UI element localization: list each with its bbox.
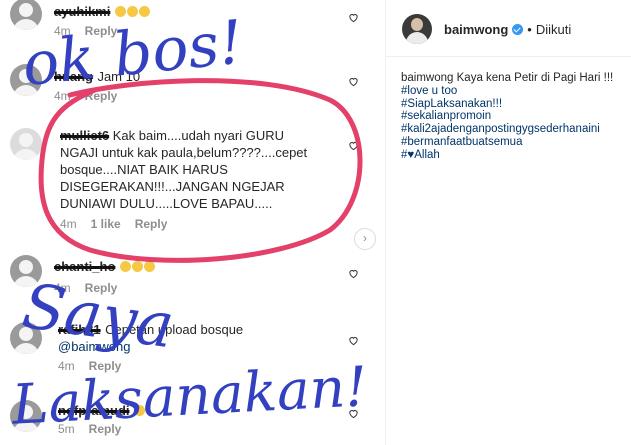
comment-text-line: bosque....NIAT BAIK HARUS <box>60 162 228 177</box>
follow-status-button[interactable]: Diikuti <box>536 22 571 37</box>
like-heart-icon[interactable] <box>348 268 359 279</box>
hashtag-link[interactable]: #bermanfaatbuatsemua <box>401 136 626 149</box>
avatar[interactable] <box>10 255 42 287</box>
reply-button[interactable]: Reply <box>135 217 168 231</box>
avatar[interactable] <box>10 0 42 30</box>
comment-time: 5m <box>58 422 75 436</box>
comment-meta: 4m Reply <box>58 359 121 373</box>
comment-time: 4m <box>58 359 75 373</box>
likes-count[interactable]: 1 like <box>91 217 121 231</box>
hashtag-link[interactable]: #sekalianpromoin <box>401 110 626 123</box>
comment-username[interactable]: chanti_ho <box>54 259 115 274</box>
comment-meta: 4m 1 like Reply <box>60 217 167 231</box>
post-panel: baimwong • Diikuti baimwong Kaya kena Pe… <box>385 0 631 445</box>
like-heart-icon[interactable] <box>348 140 359 151</box>
avatar[interactable] <box>10 322 42 354</box>
hashtag-link[interactable]: #kali2ajadenganpostingygsederhanaini <box>401 123 626 136</box>
like-heart-icon[interactable] <box>348 335 359 346</box>
comment-username[interactable]: rafih81 <box>58 322 101 337</box>
separator-dot: • <box>527 22 532 37</box>
avatar[interactable] <box>10 64 42 96</box>
reply-button[interactable]: Reply <box>85 24 118 38</box>
hashtag-link[interactable]: #♥Allah <box>401 149 626 162</box>
comment-meta: 5m Reply <box>58 422 121 436</box>
reply-button[interactable]: Reply <box>85 89 118 103</box>
emoji-group <box>114 3 151 20</box>
avatar[interactable] <box>10 128 42 160</box>
comment-text-line: DUNIAWI DULU.....LOVE BAPAU..... <box>60 196 273 211</box>
comment-text-line: Kak baim....udah nyari GURU <box>112 128 284 143</box>
comment-time: 4m <box>60 217 77 231</box>
comment-username[interactable]: nofpramudi <box>58 403 130 418</box>
comment-text-line: NGAJI untuk kak paula,belum????....cepet <box>60 145 308 160</box>
mention-link[interactable]: @baimwong <box>58 339 130 354</box>
post-author-username[interactable]: baimwong <box>444 22 508 37</box>
emoji-group <box>119 258 156 275</box>
comment-meta: 4m Reply <box>54 24 117 38</box>
like-heart-icon[interactable] <box>348 12 359 23</box>
divider <box>386 56 631 57</box>
reply-button[interactable]: Reply <box>85 281 118 295</box>
comment-meta: 4m Reply <box>54 281 117 295</box>
hashtag-link[interactable]: #SiapLaksanakan!!! <box>401 98 626 111</box>
like-heart-icon[interactable] <box>348 408 359 419</box>
comments-panel: ayuhikmi 4m Reply huang Jam 10 4m Reply … <box>0 0 385 445</box>
post-header: baimwong • Diikuti <box>444 22 571 37</box>
comment-username[interactable]: mulliet6 <box>60 128 109 143</box>
caption-username[interactable]: baimwong <box>401 72 453 84</box>
comment-username[interactable]: huang <box>54 69 93 84</box>
emoji-group <box>133 402 146 419</box>
next-arrow-icon[interactable]: › <box>354 228 376 250</box>
post-caption: baimwong Kaya kena Petir di Pagi Hari !!… <box>401 72 626 162</box>
comment-meta: 4m Reply <box>54 89 117 103</box>
comment-time: 4m <box>54 281 71 295</box>
reply-button[interactable]: Reply <box>89 359 122 373</box>
hashtag-link[interactable]: #love u too <box>401 85 626 98</box>
comment-time: 4m <box>54 24 71 38</box>
reply-button[interactable]: Reply <box>89 422 122 436</box>
caption-text: Kaya kena Petir di Pagi Hari !!! <box>456 72 614 84</box>
avatar[interactable] <box>10 400 42 432</box>
verified-badge-icon <box>512 24 524 35</box>
post-author-avatar[interactable] <box>402 14 432 44</box>
comment-username[interactable]: ayuhikmi <box>54 4 110 19</box>
comment-time: 4m <box>54 89 71 103</box>
comment-text: Cepetan upload bosque <box>105 322 244 337</box>
comment-text: Jam 10 <box>97 69 141 84</box>
comment-text-line: DISEGERAKAN!!!...JANGAN NGEJAR <box>60 179 285 194</box>
like-heart-icon[interactable] <box>348 76 359 87</box>
